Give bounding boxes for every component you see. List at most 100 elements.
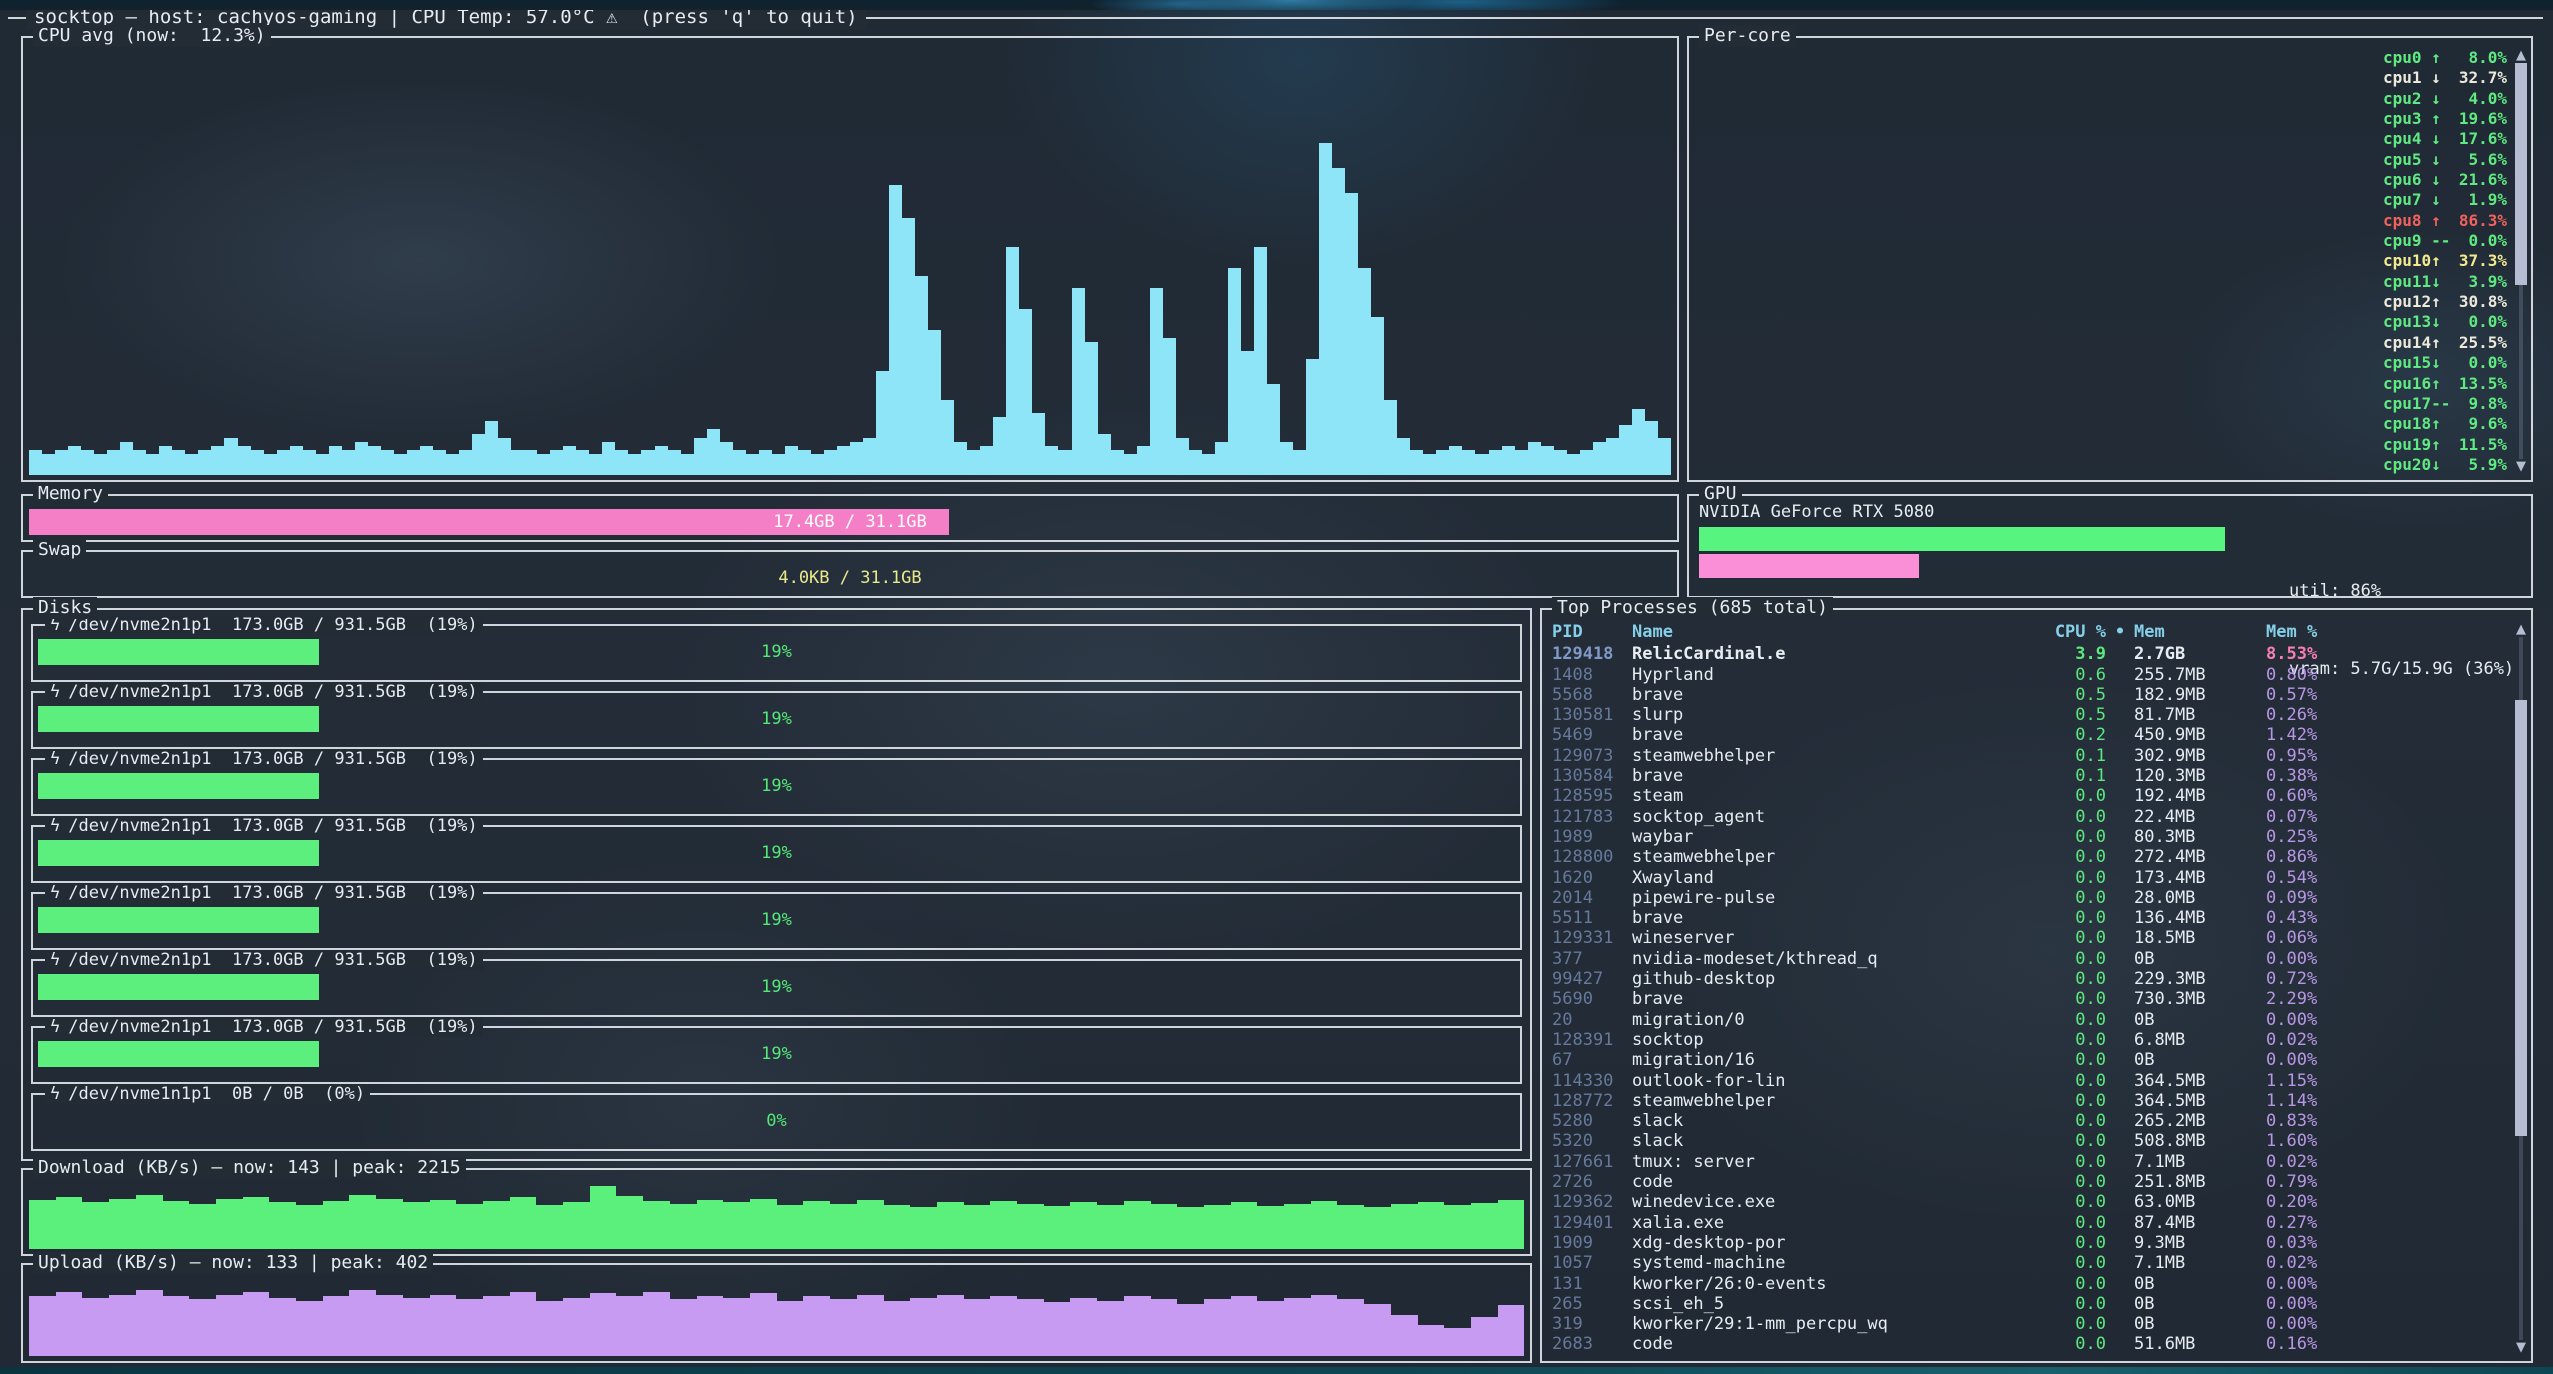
core-label: cpu13↓0.0%	[2383, 312, 2507, 331]
process-cpu-pct: 0.0	[2042, 1274, 2106, 1294]
header-cpu[interactable]: CPU %	[2042, 622, 2106, 642]
bar	[1176, 438, 1189, 475]
bar	[1364, 1207, 1391, 1249]
process-row[interactable]: 127661tmux: server0.07.1MB0.02%	[1552, 1152, 2509, 1172]
core-name: cpu0 ↑	[2383, 48, 2441, 67]
header-mem[interactable]: Mem	[2134, 622, 2266, 642]
process-row[interactable]: 129362winedevice.exe0.063.0MB0.20%	[1552, 1192, 2509, 1212]
core-name: cpu7 ↓	[2383, 190, 2441, 209]
bar	[1471, 1203, 1498, 1249]
process-spacer	[2106, 1152, 2134, 1172]
process-row[interactable]: 128595steam0.0192.4MB0.60%	[1552, 786, 2509, 806]
header-mem-pct[interactable]: Mem %	[2266, 622, 2509, 642]
process-mem-pct: 0.06%	[2266, 928, 2509, 948]
bar	[643, 1201, 670, 1249]
bar	[910, 1298, 937, 1357]
process-row[interactable]: 129418RelicCardinal.e3.92.7GB8.53%	[1552, 644, 2509, 664]
bar	[163, 1296, 190, 1356]
process-mem-pct: 0.02%	[2266, 1253, 2509, 1273]
scrollbar-thumb[interactable]	[2515, 63, 2527, 285]
process-row[interactable]: 129331wineserver0.018.5MB0.06%	[1552, 928, 2509, 948]
bar	[1072, 288, 1085, 475]
process-row[interactable]: 1057systemd-machine0.07.1MB0.02%	[1552, 1253, 2509, 1273]
process-mem: 450.9MB	[2134, 725, 2266, 745]
process-row[interactable]: 129401xalia.exe0.087.4MB0.27%	[1552, 1213, 2509, 1233]
scroll-up-icon[interactable]: ▲	[2516, 622, 2526, 637]
scroll-down-icon[interactable]: ▼	[2516, 459, 2526, 474]
bar	[1284, 1298, 1311, 1357]
process-row[interactable]: 2726code0.0251.8MB0.79%	[1552, 1172, 2509, 1192]
process-cpu-pct: 0.0	[2042, 1091, 2106, 1111]
process-row[interactable]: 2683code0.051.6MB0.16%	[1552, 1334, 2509, 1354]
header-name[interactable]: Name	[1632, 622, 2042, 642]
process-row[interactable]: 5320slack0.0508.8MB1.60%	[1552, 1131, 2509, 1151]
disk-usage-percent: 19%	[38, 639, 1515, 665]
process-row[interactable]: 5690brave0.0730.3MB2.29%	[1552, 989, 2509, 1009]
processes-scrollbar[interactable]: ▲ ▼	[2514, 622, 2528, 1355]
bar	[1177, 1207, 1204, 1249]
bar	[824, 450, 837, 475]
process-row[interactable]: 128391socktop0.06.8MB0.02%	[1552, 1030, 2509, 1050]
process-row[interactable]: 377nvidia-modeset/kthread_q0.00B0.00%	[1552, 949, 2509, 969]
process-row[interactable]: 5568brave0.5182.9MB0.57%	[1552, 685, 2509, 705]
bar	[1097, 1205, 1124, 1249]
process-row[interactable]: 99427github-desktop0.0229.3MB0.72%	[1552, 969, 2509, 989]
process-name: xalia.exe	[1632, 1213, 2042, 1233]
scrollbar-track[interactable]	[2519, 63, 2523, 459]
bar	[550, 450, 563, 475]
bar	[857, 1200, 884, 1249]
process-row[interactable]: 128772steamwebhelper0.0364.5MB1.14%	[1552, 1091, 2509, 1111]
core-name: cpu9 --	[2383, 231, 2450, 250]
process-table-header: PID Name CPU % • Mem Mem %	[1552, 622, 2509, 642]
cpu-history-chart	[29, 60, 1671, 475]
process-rows: 129418RelicCardinal.e3.92.7GB8.53%1408Hy…	[1552, 644, 2509, 1354]
core-label: cpu20↓5.9%	[2383, 455, 2507, 474]
process-row[interactable]: 5280slack0.0265.2MB0.83%	[1552, 1111, 2509, 1131]
process-row[interactable]: 67migration/160.00B0.00%	[1552, 1050, 2509, 1070]
process-row[interactable]: 1989waybar0.080.3MB0.25%	[1552, 827, 2509, 847]
bar	[1267, 384, 1280, 475]
process-row[interactable]: 20migration/00.00B0.00%	[1552, 1010, 2509, 1030]
per-core-panel: Per-core cpu0 ↑8.0%cpu1 ↓32.7%cpu2 ↓4.0%…	[1687, 36, 2533, 482]
bar	[697, 1296, 724, 1356]
process-mem-pct: 0.43%	[2266, 908, 2509, 928]
process-row[interactable]: 1620Xwayland0.0173.4MB0.54%	[1552, 868, 2509, 888]
disk-label: /dev/nvme2n1p1 173.0GB / 931.5GB (19%)	[68, 950, 477, 970]
bar	[723, 1298, 750, 1357]
per-core-scrollbar[interactable]: ▲ ▼	[2514, 48, 2528, 474]
bar	[403, 1298, 430, 1357]
bar	[602, 442, 615, 475]
process-row[interactable]: 121783socktop_agent0.022.4MB0.07%	[1552, 807, 2509, 827]
process-row[interactable]: 5469brave0.2450.9MB1.42%	[1552, 725, 2509, 745]
scrollbar-thumb[interactable]	[2515, 700, 2527, 1136]
process-row[interactable]: 265scsi_eh_50.00B0.00%	[1552, 1294, 2509, 1314]
core-sparkline	[1699, 414, 2373, 433]
header-pid[interactable]: PID	[1552, 622, 1632, 642]
process-row[interactable]: 2014pipewire-pulse0.028.0MB0.09%	[1552, 888, 2509, 908]
core-sparkline	[1699, 211, 2373, 230]
scroll-down-icon[interactable]: ▼	[2516, 1340, 2526, 1355]
disk-title: ϟ/dev/nvme2n1p1 173.0GB / 931.5GB (19%)	[45, 950, 483, 970]
process-row[interactable]: 128800steamwebhelper0.0272.4MB0.86%	[1552, 847, 2509, 867]
process-row[interactable]: 319kworker/29:1-mm_percpu_wq0.00B0.00%	[1552, 1314, 2509, 1334]
process-row[interactable]: 130581slurp0.581.7MB0.26%	[1552, 705, 2509, 725]
process-row[interactable]: 131kworker/26:0-events0.00B0.00%	[1552, 1274, 2509, 1294]
process-row[interactable]: 5511brave0.0136.4MB0.43%	[1552, 908, 2509, 928]
process-row[interactable]: 114330outlook-for-lin0.0364.5MB1.15%	[1552, 1071, 2509, 1091]
process-row[interactable]: 1909xdg-desktop-por0.09.3MB0.03%	[1552, 1233, 2509, 1253]
core-usage: 3.9%	[2468, 272, 2507, 291]
process-row[interactable]: 1408Hyprland0.6255.7MB0.80%	[1552, 665, 2509, 685]
process-row[interactable]: 130584brave0.1120.3MB0.38%	[1552, 766, 2509, 786]
scrollbar-track[interactable]	[2519, 637, 2523, 1340]
scroll-up-icon[interactable]: ▲	[2516, 48, 2526, 63]
process-row[interactable]: 129073steamwebhelper0.1302.9MB0.95%	[1552, 746, 2509, 766]
bar	[82, 1298, 109, 1357]
bar	[1177, 1304, 1204, 1357]
bar	[446, 454, 459, 475]
disk-label: /dev/nvme2n1p1 173.0GB / 931.5GB (19%)	[68, 615, 477, 635]
core-label: cpu7 ↓1.9%	[2383, 190, 2507, 209]
disk-label: /dev/nvme2n1p1 173.0GB / 931.5GB (19%)	[68, 1017, 477, 1037]
process-cpu-pct: 0.0	[2042, 1294, 2106, 1314]
process-spacer	[2106, 888, 2134, 908]
process-mem-pct: 0.00%	[2266, 949, 2509, 969]
